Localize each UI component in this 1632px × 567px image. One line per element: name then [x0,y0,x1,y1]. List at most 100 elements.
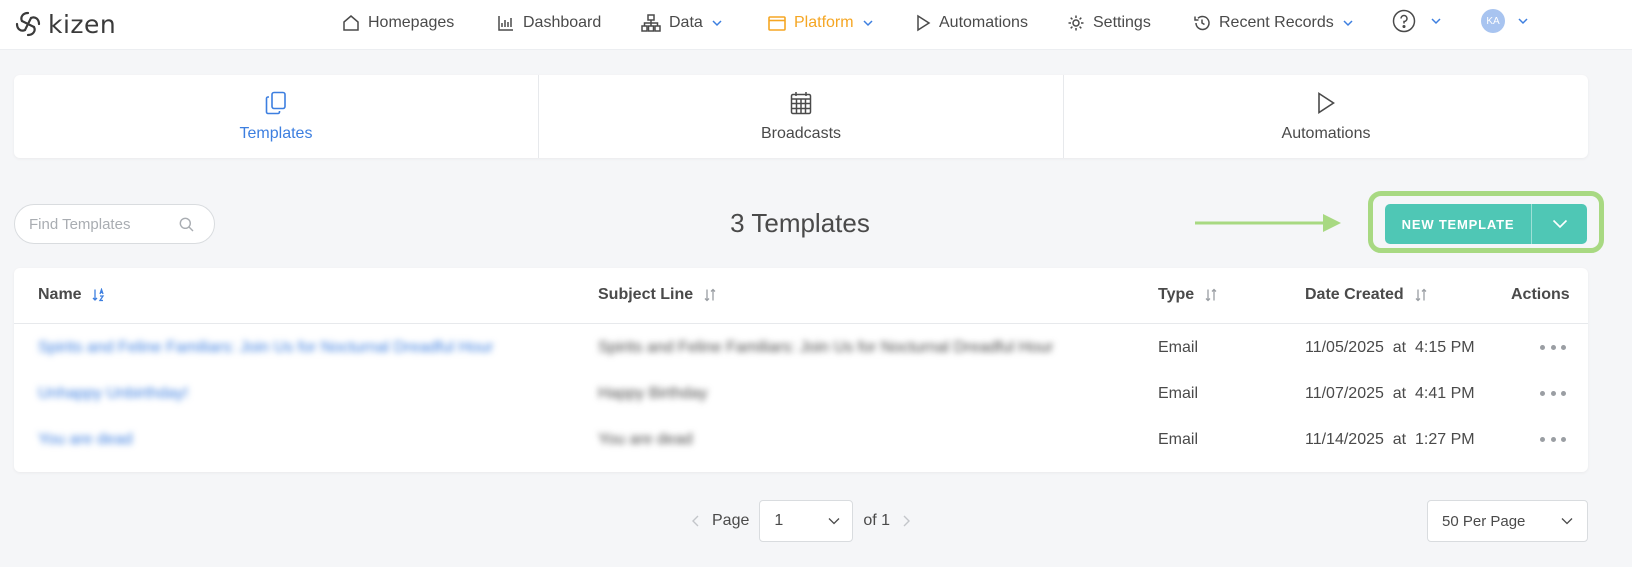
user-menu[interactable]: KA [1481,9,1529,33]
chevron-down-icon [712,20,722,27]
section-tabs: Templates Broadcasts Automations [14,75,1588,158]
home-icon [343,15,359,31]
row-actions-menu[interactable] [1540,337,1566,357]
per-page-select[interactable]: 50 Per Page [1427,500,1588,542]
subject-line: Happy Birthday [598,385,708,402]
template-name-link[interactable]: Spirits and Feline Familiars: Join Us fo… [38,339,493,357]
column-label: Date Created [1305,286,1404,303]
chevron-down-icon [1552,219,1567,229]
tab-automations[interactable]: Automations [1063,75,1588,158]
window-icon [768,16,786,31]
nav-label: Automations [939,14,1028,31]
subject-line: Spirits and Feline Familiars: Join Us fo… [598,339,1054,356]
column-header-date-created: Date Created [1305,286,1428,304]
column-label: Subject Line [598,286,694,303]
template-name-link[interactable]: You are dead [38,431,133,449]
new-template-button-group: NEW TEMPLATE [1385,204,1587,244]
table-row: Spirits and Feline Familiars: Join Us fo… [14,325,1588,371]
nav-dashboard[interactable]: Dashboard [497,12,601,34]
sort-icon[interactable] [1204,288,1218,302]
template-type: Email [1158,431,1199,448]
play-icon [917,14,931,32]
subject-line: You are dead [598,431,693,448]
chevron-down-icon [863,20,873,27]
sort-icon[interactable] [703,288,717,302]
template-type: Email [1158,339,1199,356]
templates-table: Name Subject Line Type Date Created Acti… [14,268,1588,472]
tab-broadcasts[interactable]: Broadcasts [538,75,1063,158]
dot [1540,344,1545,350]
top-nav: kizen Homepages Dashboard Data Platform … [0,0,1632,50]
tab-label: Templates [239,124,313,142]
row-actions-menu[interactable] [1540,429,1566,449]
new-template-button[interactable]: NEW TEMPLATE [1385,204,1532,244]
page-label: Page [712,512,750,529]
history-icon [1194,15,1210,31]
page-select[interactable]: 1 [759,500,854,542]
date-created: 11/05/2025 at 4:15 PM [1305,339,1475,356]
nav-label: Homepages [368,14,455,31]
nav-platform[interactable]: Platform [768,12,874,34]
chevron-down-icon [1518,18,1528,25]
total-pages-label: of 1 [863,512,891,529]
dot [1550,344,1556,350]
chevron-left-icon[interactable] [690,514,702,528]
template-type: Email [1158,385,1199,402]
date-created: 11/07/2025 at 4:41 PM [1305,385,1475,402]
sort-az-icon[interactable] [92,288,106,302]
nav-label: Dashboard [523,14,602,31]
nav-label: Platform [794,14,854,31]
column-label: Actions [1511,286,1570,303]
current-page: 1 [774,512,784,529]
column-header-actions: Actions [1511,286,1570,304]
column-label: Name [38,286,82,303]
nav-homepages[interactable]: Homepages [342,12,454,34]
column-header-subject: Subject Line [598,286,717,304]
dot [1540,390,1545,396]
chevron-down-icon [828,518,840,525]
column-header-name: Name [38,286,106,304]
question-circle-icon [1392,9,1416,33]
nav-settings[interactable]: Settings [1067,12,1151,34]
per-page-value: 50 Per Page [1442,512,1526,530]
pagination: Page 1 of 1 [690,500,912,542]
kizen-logo[interactable]: kizen [14,9,117,39]
sort-icon[interactable] [1414,288,1428,302]
new-template-dropdown-toggle[interactable] [1532,204,1587,244]
nav-automations[interactable]: Automations [915,12,1028,34]
brand-name: kizen [48,9,117,39]
date-created: 11/14/2025 at 1:27 PM [1305,431,1475,448]
nav-label: Recent Records [1219,14,1334,31]
chevron-down-icon [1561,518,1573,525]
annotation-arrow [1195,214,1341,232]
dot [1550,390,1556,396]
template-name-link[interactable]: Unhappy Unbirthday! [38,385,188,403]
nav-data[interactable]: Data [641,12,723,34]
table-header: Name Subject Line Type Date Created Acti… [14,268,1588,324]
sitemap-icon [641,14,661,32]
nav-label: Data [669,14,703,31]
dot [1561,390,1566,396]
help-menu[interactable] [1392,9,1442,33]
dot [1540,436,1545,442]
chevron-down-icon [1343,20,1353,27]
table-row: You are dead You are dead Email 11/14/20… [14,417,1588,463]
dot [1561,436,1566,442]
tab-label: Automations [1281,124,1371,142]
nav-recent-records[interactable]: Recent Records [1193,12,1354,34]
dot [1550,436,1556,442]
column-header-type: Type [1158,286,1218,304]
copy-icon [265,91,286,114]
play-icon [1318,91,1335,114]
table-row: Unhappy Unbirthday! Happy Birthday Email… [14,371,1588,417]
nav-label: Settings [1093,14,1151,31]
templates-count-title: 3 Templates [730,208,870,238]
row-actions-menu[interactable] [1540,383,1566,403]
gear-icon [1068,15,1084,31]
chevron-right-icon[interactable] [900,514,912,528]
chevron-down-icon [1431,18,1441,25]
dot [1561,344,1566,350]
tab-templates[interactable]: Templates [14,75,538,158]
calendar-icon [790,91,812,114]
bar-chart-icon [498,16,513,31]
